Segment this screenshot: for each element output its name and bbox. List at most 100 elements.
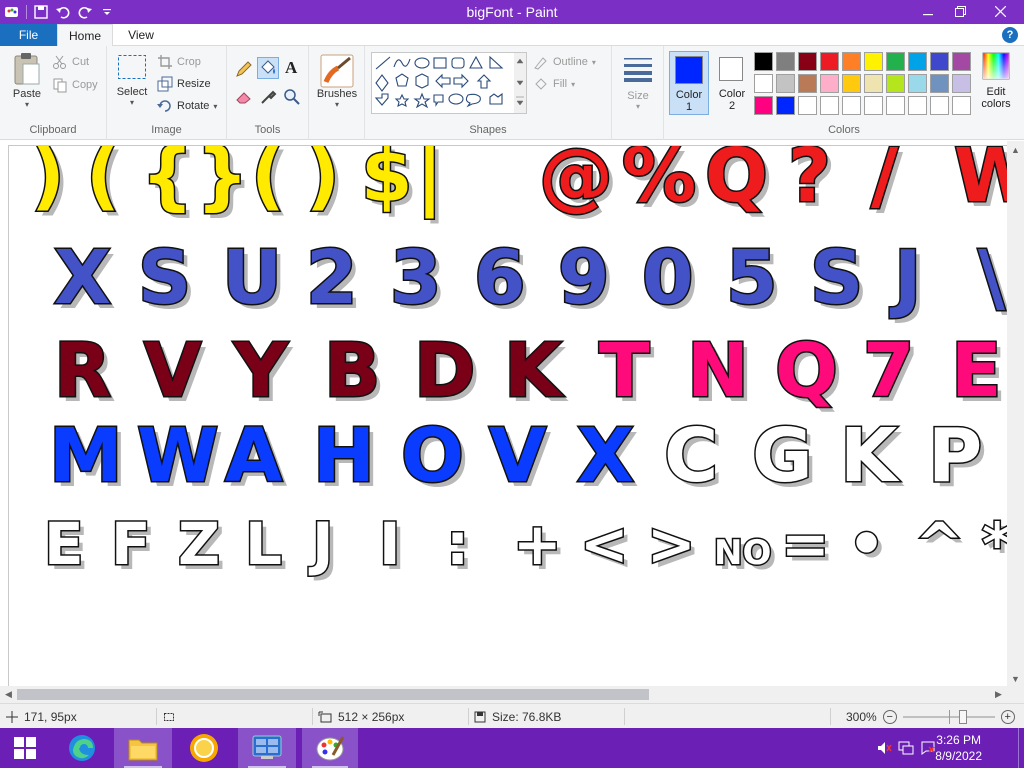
palette-swatch[interactable] <box>754 74 773 93</box>
palette-swatch[interactable] <box>798 96 817 115</box>
palette-swatch[interactable] <box>754 96 773 115</box>
zoom-slider-thumb[interactable] <box>958 709 967 724</box>
color2-button[interactable]: Color 2 <box>714 51 750 115</box>
zoom-out-icon[interactable]: − <box>882 709 897 724</box>
font-glyph: V <box>489 413 546 499</box>
taskbar-paint[interactable] <box>302 728 358 768</box>
color-picker-tool[interactable] <box>259 88 277 109</box>
title-bar: bigFont - Paint <box>0 0 1024 24</box>
palette-swatch[interactable] <box>908 74 927 93</box>
resize-button[interactable]: Resize <box>157 76 211 92</box>
palette-swatch[interactable] <box>886 52 905 71</box>
scroll-left-icon[interactable]: ◀ <box>0 686 17 703</box>
font-glyph: 7 <box>863 328 915 414</box>
pencil-icon <box>236 61 252 77</box>
palette-swatch[interactable] <box>864 52 883 71</box>
fill-tool[interactable] <box>257 57 279 79</box>
tab-home[interactable]: Home <box>57 24 113 47</box>
zoom-in-icon[interactable]: + <box>1000 709 1015 724</box>
palette-swatch[interactable] <box>908 96 927 115</box>
select-button[interactable]: Select ▾ <box>115 54 149 107</box>
font-glyph: L <box>245 510 282 578</box>
pencil-tool[interactable] <box>235 60 253 81</box>
taskbar-control-panel[interactable] <box>238 728 296 768</box>
network-icon[interactable] <box>898 740 914 759</box>
palette-swatch[interactable] <box>952 74 971 93</box>
crop-button[interactable]: Crop <box>157 54 201 70</box>
scroll-right-icon[interactable]: ▶ <box>990 686 1007 703</box>
palette-swatch[interactable] <box>754 52 773 71</box>
palette-swatch[interactable] <box>864 96 883 115</box>
palette-swatch[interactable] <box>776 74 795 93</box>
vertical-scrollbar[interactable]: ▲ ▼ <box>1007 141 1024 687</box>
magnifier-tool[interactable] <box>283 88 301 109</box>
palette-swatch[interactable] <box>820 52 839 71</box>
text-tool-icon[interactable]: A <box>285 58 297 78</box>
palette-swatch[interactable] <box>952 96 971 115</box>
palette-swatch[interactable] <box>820 74 839 93</box>
fill-button[interactable]: Fill ▾ <box>533 76 575 92</box>
taskbar-file-explorer[interactable] <box>114 728 172 768</box>
restore-button[interactable] <box>944 0 976 22</box>
palette-swatch[interactable] <box>864 74 883 93</box>
palette-swatch[interactable] <box>776 52 795 71</box>
action-center-icon[interactable] <box>920 740 936 759</box>
image-dimensions-text: 512 × 256px <box>338 709 405 724</box>
palette-swatch[interactable] <box>952 52 971 71</box>
help-icon[interactable]: ? <box>1002 27 1018 43</box>
eraser-tool[interactable] <box>235 88 253 109</box>
close-button[interactable] <box>976 0 1024 22</box>
palette-swatch[interactable] <box>930 96 949 115</box>
ribbon: Paste ▾ Cut Copy Clipboard Select ▾ Crop… <box>0 46 1024 140</box>
font-glyph: \ <box>978 235 1006 321</box>
palette-swatch[interactable] <box>886 74 905 93</box>
horizontal-scroll-thumb[interactable] <box>17 689 649 700</box>
rotate-dropdown-icon: ▾ <box>213 101 218 111</box>
font-glyph: @ <box>539 146 613 219</box>
system-clock[interactable]: 3:26 PM 8/9/2022 <box>935 732 982 764</box>
redo-icon[interactable] <box>77 4 93 20</box>
customize-qat-icon[interactable] <box>99 4 115 20</box>
scroll-up-icon[interactable]: ▲ <box>1007 141 1024 158</box>
edit-colors-button[interactable]: Edit colors <box>976 52 1016 116</box>
palette-swatch[interactable] <box>798 74 817 93</box>
tab-view[interactable]: View <box>116 24 166 46</box>
palette-swatch[interactable] <box>842 96 861 115</box>
color1-button[interactable]: Color 1 <box>669 51 709 115</box>
taskbar-edge[interactable] <box>58 728 106 768</box>
scroll-down-icon[interactable]: ▼ <box>1007 670 1024 687</box>
shapes-gallery[interactable] <box>371 52 527 114</box>
save-icon[interactable] <box>33 4 49 20</box>
font-glyph: Z <box>178 510 220 578</box>
canvas-area[interactable]: ))(({{}}(()) $ $ | | @ @%% Q Q?? / / W W X X S S U U 2 2 3 3 6 6… <box>0 141 1024 687</box>
horizontal-scrollbar[interactable]: ◀ ▶ <box>0 686 1024 703</box>
paint-app-icon[interactable] <box>4 4 20 20</box>
font-glyph: Y <box>233 328 289 414</box>
zoom-slider[interactable] <box>902 709 995 724</box>
copy-button[interactable]: Copy <box>52 77 98 93</box>
magnifier-icon <box>284 89 300 105</box>
palette-swatch[interactable] <box>930 52 949 71</box>
brushes-button[interactable]: Brushes ▾ <box>315 54 359 109</box>
palette-swatch[interactable] <box>886 96 905 115</box>
paste-button[interactable]: Paste ▾ <box>8 52 46 109</box>
volume-muted-icon[interactable] <box>876 740 892 759</box>
cut-button[interactable]: Cut <box>52 54 89 70</box>
palette-swatch[interactable] <box>820 96 839 115</box>
palette-swatch[interactable] <box>930 74 949 93</box>
size-button[interactable]: Size ▾ <box>620 56 656 111</box>
undo-icon[interactable] <box>55 4 71 20</box>
palette-swatch[interactable] <box>798 52 817 71</box>
taskbar-chrome-app[interactable] <box>178 728 230 768</box>
outline-button[interactable]: Outline ▾ <box>533 54 596 70</box>
show-desktop-button[interactable] <box>1018 728 1024 768</box>
palette-swatch[interactable] <box>842 52 861 71</box>
tab-file[interactable]: File <box>0 24 57 46</box>
palette-swatch[interactable] <box>776 96 795 115</box>
start-button[interactable] <box>0 728 50 768</box>
rotate-button[interactable]: Rotate ▾ <box>157 98 217 114</box>
drawing-canvas[interactable]: ))(({{}}(()) $ $ | | @ @%% Q Q?? / / W W X X S S U U 2 2 3 3 6 6… <box>8 141 1024 687</box>
palette-swatch[interactable] <box>842 74 861 93</box>
minimize-button[interactable] <box>912 0 944 22</box>
palette-swatch[interactable] <box>908 52 927 71</box>
